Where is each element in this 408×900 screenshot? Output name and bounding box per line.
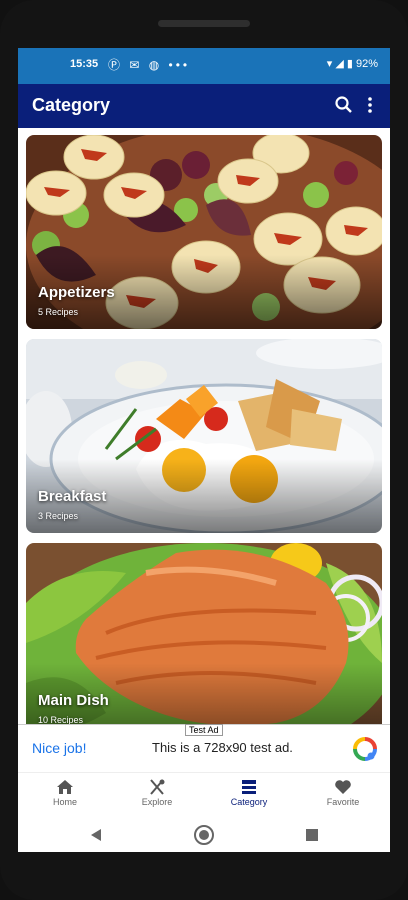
app-bar: Category [18, 84, 390, 128]
ad-tag: Test Ad [185, 724, 223, 736]
nav-label: Category [230, 797, 268, 807]
nav-label: Home [52, 797, 77, 807]
signal-icon: ◢ [335, 58, 344, 70]
ad-logo-icon [353, 737, 377, 761]
status-bar: 15:35 Ⓟ ✉ ◍ ••• ▾ ◢ ▮ 92% [18, 48, 390, 84]
category-name: Main Dish [38, 692, 109, 709]
screen: 15:35 Ⓟ ✉ ◍ ••• ▾ ◢ ▮ 92% Category Appet… [18, 48, 390, 852]
category-name: Breakfast [38, 488, 107, 505]
list-icon [242, 780, 256, 794]
utensils-icon [150, 779, 165, 795]
recipe-count: 5 Recipes [38, 307, 79, 317]
page-title: Category [32, 95, 111, 115]
phone-frame: 15:35 Ⓟ ✉ ◍ ••• ▾ ◢ ▮ 92% Category Appet… [0, 0, 408, 900]
battery-icon: ▮ [346, 58, 353, 70]
earpiece-speaker [158, 20, 250, 27]
ad-cta[interactable]: Nice job! [32, 740, 86, 756]
recipe-count: 3 Recipes [38, 511, 79, 521]
home-button-icon[interactable] [193, 824, 215, 846]
home-icon [57, 780, 73, 794]
battery-level: 92% [355, 58, 378, 70]
category-card-breakfast[interactable]: Breakfast 3 Recipes [26, 339, 382, 533]
wifi-icon: ▾ [326, 58, 333, 70]
nav-home[interactable]: Home [30, 779, 100, 807]
recents-icon[interactable] [306, 829, 318, 841]
bottom-navigation: Home Explore Category Favorite [18, 772, 390, 819]
category-card-appetizers[interactable]: Appetizers 5 Recipes [26, 135, 382, 329]
nav-label: Explore [141, 797, 173, 807]
system-navigation-bar [18, 818, 390, 852]
nav-label: Favorite [326, 797, 360, 807]
search-icon[interactable] [334, 95, 354, 115]
status-right: ▾ ◢ ▮ 92% [327, 57, 378, 70]
ad-message: This is a 728x90 test ad. [152, 740, 293, 755]
status-time: 15:35 [70, 58, 99, 70]
category-name: Appetizers [38, 284, 115, 301]
category-card-main-dish[interactable]: Main Dish 10 Recipes [26, 543, 382, 724]
notification-icons: Ⓟ ✉ ◍ ••• [108, 58, 191, 72]
category-list[interactable]: Appetizers 5 Recipes Breakfast 3 Recipes… [18, 128, 390, 724]
nav-explore[interactable]: Explore [122, 779, 192, 807]
nav-category[interactable]: Category [214, 779, 284, 807]
back-icon[interactable] [90, 828, 102, 842]
ad-banner[interactable]: Test Ad Nice job! This is a 728x90 test … [18, 724, 390, 773]
nav-favorite[interactable]: Favorite [308, 779, 378, 807]
more-vert-icon[interactable] [362, 95, 378, 115]
recipe-count: 10 Recipes [38, 715, 84, 724]
heart-icon [335, 780, 351, 794]
